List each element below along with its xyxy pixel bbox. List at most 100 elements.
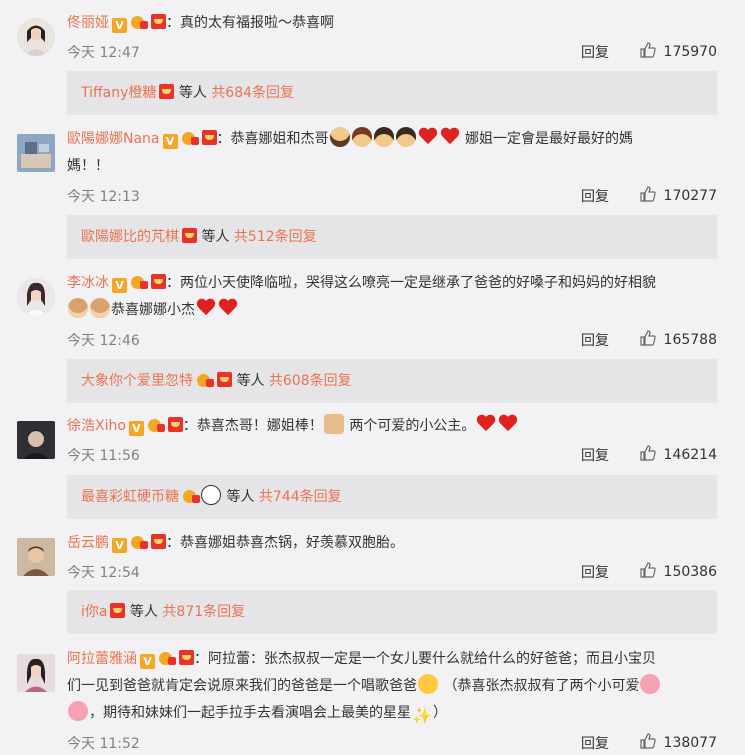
reply-etc: 等人 [236,373,265,389]
comment-time: 今天 11:52 [67,736,140,752]
fan-badge-icon [130,534,148,549]
avatar[interactable] [17,134,55,172]
like-count: 165788 [663,332,717,348]
fan-badge-icon [130,14,148,29]
reply-username[interactable]: Tiffany橙糖 [81,85,156,101]
reply-preview[interactable]: 大象你个爱里忽特 等人 共608条回复 [67,359,717,403]
heart-icon [196,299,216,317]
like-count: 146214 [663,447,717,463]
like-button[interactable]: 170277 [639,186,717,204]
panda-emoji-icon [201,485,221,505]
username[interactable]: 徐浩Xiho [67,418,126,434]
reply-username[interactable]: i你a [81,604,107,620]
like-button[interactable]: 146214 [639,445,717,463]
comment-text: ：恭喜杰哥！娜姐棒！ [182,418,323,434]
fan-badge-icon [181,130,199,145]
thumbs-up-icon [639,445,656,461]
reply-etc: 等人 [201,229,230,245]
username[interactable]: 岳云鹏 [67,535,109,551]
reply-etc: 等人 [178,85,207,101]
reply-preview[interactable]: 歐陽娜比的芃棋 等人 共512条回复 [67,215,717,259]
grin-emoji-icon [418,674,438,694]
like-button[interactable]: 138077 [639,733,717,751]
comment-text: ：恭喜娜姐恭喜杰锅，好羡慕双胞胎。 [166,535,404,551]
username[interactable]: 阿拉蕾雅涵 [67,651,137,667]
reply-username[interactable]: 大象你个爱里忽特 [81,373,193,389]
verified-icon: V [112,278,127,293]
like-button[interactable]: 150386 [639,562,717,580]
sparkles-emoji-icon: ✨ [412,706,432,725]
red-envelope-icon [167,417,183,432]
comment-text: ） [433,705,447,721]
thumbs-up-icon [639,733,656,749]
avatar[interactable] [17,278,55,316]
verified-icon: V [128,421,144,436]
avatar[interactable] [17,18,55,56]
username[interactable]: 佟丽娅 [67,15,109,31]
reply-button[interactable]: 回复 [581,42,609,62]
reply-count-link[interactable]: 共684条回复 [211,85,294,101]
heart-icon [440,128,460,146]
like-count: 138077 [663,735,717,751]
reply-count-link[interactable]: 共744条回复 [259,489,342,505]
reply-button[interactable]: 回复 [581,562,609,582]
thumbs-up-icon [639,186,656,202]
red-envelope-icon [151,14,166,29]
comment-text: 两个可爱的小公主。 [349,418,476,434]
reply-button[interactable]: 回复 [581,330,609,350]
reply-preview[interactable]: Tiffany橙糖 等人 共684条回复 [67,71,717,115]
reply-preview[interactable]: i你a 等人 共871条回复 [67,590,717,634]
pig-emoji-icon [640,674,661,694]
heart-icon [218,299,238,317]
like-button[interactable]: 165788 [639,330,717,348]
avatar[interactable] [17,421,55,459]
avatar[interactable] [17,538,55,576]
comment-time: 今天 12:54 [67,565,140,581]
heart-icon [476,415,496,433]
girl-face-emoji-icon [395,127,416,147]
monkey-emoji-icon [90,298,110,318]
red-envelope-icon [182,228,197,243]
reply-count-link[interactable]: 共608条回复 [269,373,352,389]
reply-button[interactable]: 回复 [581,733,609,753]
avatar[interactable] [17,654,55,692]
comment-text: ：恭喜娜姐和杰哥 [216,131,329,147]
reply-button[interactable]: 回复 [581,445,609,465]
reply-username[interactable]: 最喜彩虹硬币糖 [81,489,179,505]
reply-etc: 等人 [129,604,158,620]
reply-etc: 等人 [226,489,255,505]
comment-time: 今天 11:56 [67,448,140,464]
comment-text: ：阿拉蕾：张杰叔叔一定是一个女儿要什么就给什么的好爸爸；而且小宝贝 [194,651,656,667]
fan-badge-icon [158,650,176,665]
like-count: 150386 [663,564,717,580]
verified-icon: V [162,134,178,149]
reply-button[interactable]: 回复 [581,186,609,206]
reply-preview[interactable]: 最喜彩虹硬币糖 等人 共744条回复 [67,475,717,519]
reply-count-link[interactable]: 共512条回复 [234,229,317,245]
fan-badge-icon [196,372,214,387]
comment-text: 娜姐一定會是最好最好的媽 [464,131,633,147]
comment-text: ：真的太有福报啦～恭喜啊 [166,15,334,31]
verified-icon: V [112,18,127,33]
username[interactable]: 歐陽娜娜Nana [67,131,160,147]
username[interactable]: 李冰冰 [67,275,109,291]
thumbs-up-icon [639,330,656,346]
comment-text: 媽！！ [67,158,109,174]
reply-count-link[interactable]: 共871条回复 [162,604,245,620]
fan-badge-icon [147,417,165,432]
like-count: 170277 [663,188,717,204]
comment-text: ，期待和妹妹们一起手拉手去看演唱会上最美的星星 [89,705,411,721]
comment-time: 今天 12:13 [67,189,140,205]
red-envelope-icon [151,534,166,549]
like-button[interactable]: 175970 [639,42,717,60]
comment-feed: 佟丽娅 V ：真的太有福报啦～恭喜啊 今天 12:47 回复 175970 Tiff… [0,0,745,752]
fan-badge-icon [182,488,200,503]
heart-icon [498,415,518,433]
comment-time: 今天 12:46 [67,333,140,349]
man-face-emoji-icon [329,127,350,147]
heart-icon [418,128,438,146]
woman-face-emoji-icon [351,127,372,147]
verified-icon: V [140,654,155,669]
like-count: 175970 [663,44,717,60]
reply-username[interactable]: 歐陽娜比的芃棋 [81,229,179,245]
